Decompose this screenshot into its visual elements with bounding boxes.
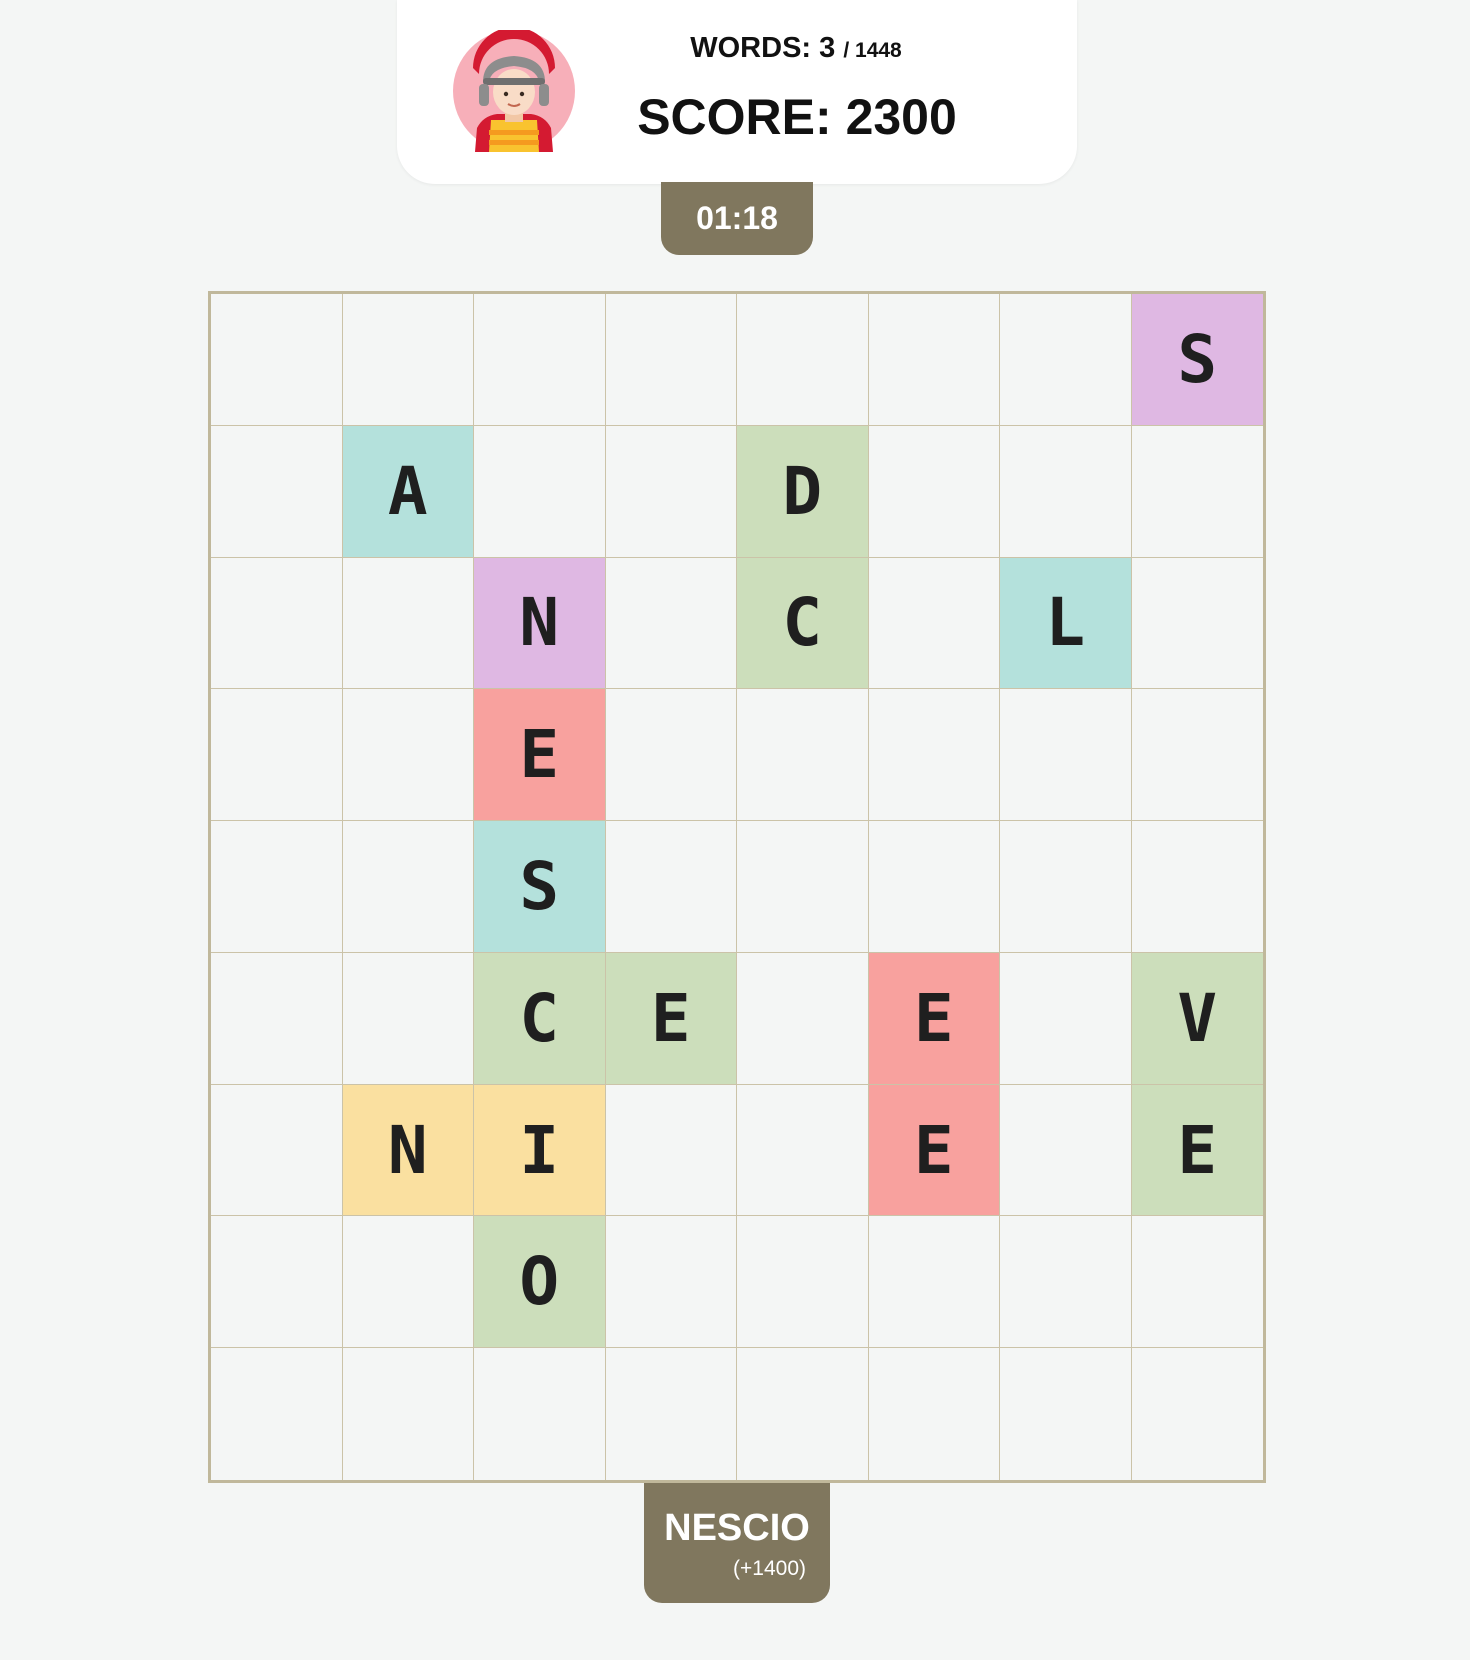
grid-cell-r6-c5[interactable]: E — [868, 1084, 1000, 1217]
grid-cell-r4-c2[interactable]: S — [474, 821, 606, 953]
grid-cell-r8-c5[interactable] — [869, 1348, 1000, 1480]
grid-cell-r3-c5[interactable] — [868, 689, 1000, 822]
grid-cell-r4-c5[interactable] — [868, 821, 1000, 953]
grid-cell-r6-c7[interactable]: E — [1131, 1084, 1263, 1217]
grid-cell-r0-c3[interactable] — [605, 294, 737, 426]
grid-cell-r3-c6[interactable] — [1000, 689, 1132, 822]
grid-cell-r2-c1[interactable] — [342, 557, 474, 690]
grid-cell-r4-c6[interactable] — [1000, 821, 1132, 953]
grid-cell-r2-c2[interactable]: N — [474, 557, 606, 690]
grid-cell-r7-c4[interactable] — [737, 1216, 869, 1349]
words-counter: WORDS: 3 / 1448 — [631, 32, 961, 65]
grid-cell-r0-c6[interactable] — [1000, 294, 1132, 426]
grid-cell-r2-c5[interactable] — [868, 557, 1000, 690]
grid-cell-r2-c4[interactable]: C — [737, 557, 869, 690]
grid-cell-r8-c1[interactable] — [343, 1348, 474, 1480]
grid-cell-r8-c2[interactable] — [474, 1348, 606, 1480]
grid-cell-r1-c5[interactable] — [868, 425, 1000, 558]
grid-cell-r5-c2[interactable]: C — [474, 952, 606, 1085]
grid-cell-r2-c6[interactable]: L — [1000, 557, 1132, 690]
grid-cell-r3-c1[interactable] — [342, 689, 474, 822]
score-display: SCORE: 2300 — [597, 88, 997, 146]
grid-cell-r4-c3[interactable] — [605, 821, 737, 953]
grid-cell-r3-c2[interactable]: E — [474, 689, 606, 822]
grid-cell-r4-c7[interactable] — [1131, 821, 1263, 953]
grid-cell-r5-c6[interactable] — [1000, 952, 1132, 1085]
grid-cell-r2-c7[interactable] — [1131, 558, 1263, 690]
grid-cell-r1-c2[interactable] — [474, 425, 606, 558]
grid-cell-r1-c4[interactable]: D — [737, 425, 869, 558]
grid-cell-r6-c6[interactable] — [1000, 1084, 1132, 1217]
last-found-word: NESCIO — [664, 1507, 810, 1549]
grid-cell-r6-c0[interactable] — [211, 1084, 343, 1217]
grid-cell-r7-c3[interactable] — [605, 1216, 737, 1349]
words-total: / 1448 — [843, 39, 902, 62]
words-label: WORDS: — [690, 32, 812, 64]
grid-cell-r0-c4[interactable] — [737, 294, 869, 426]
grid-cell-r6-c4[interactable] — [737, 1084, 869, 1217]
grid-cell-r5-c0[interactable] — [211, 952, 343, 1085]
grid-cell-r3-c3[interactable] — [605, 689, 737, 822]
grid-cell-r5-c7[interactable]: V — [1131, 952, 1263, 1085]
grid-cell-r3-c7[interactable] — [1131, 689, 1263, 822]
grid-cell-r8-c3[interactable] — [606, 1348, 737, 1480]
grid-cell-r7-c2[interactable]: O — [474, 1216, 606, 1349]
grid-cell-r0-c5[interactable] — [868, 294, 1000, 426]
score-panel: WORDS: 3 / 1448 SCORE: 2300 — [397, 0, 1077, 184]
grid-cell-r3-c4[interactable] — [737, 689, 869, 822]
grid-cell-r6-c3[interactable] — [605, 1084, 737, 1217]
score-value: 2300 — [845, 89, 957, 145]
grid-cell-r8-c6[interactable] — [1000, 1348, 1132, 1480]
grid-cell-r8-c7[interactable] — [1132, 1348, 1264, 1480]
grid-cell-r2-c0[interactable] — [211, 557, 343, 690]
grid-cell-r1-c6[interactable] — [1000, 425, 1132, 558]
grid-cell-r5-c3[interactable]: E — [605, 952, 737, 1085]
grid-cell-r6-c1[interactable]: N — [342, 1084, 474, 1217]
grid-cell-r8-c4[interactable] — [737, 1348, 869, 1480]
grid-cell-r4-c1[interactable] — [342, 821, 474, 953]
grid-cell-r0-c2[interactable] — [474, 294, 606, 426]
grid-cell-r7-c7[interactable] — [1131, 1216, 1263, 1349]
grid-cell-r1-c1[interactable]: A — [342, 425, 474, 558]
grid-cell-r7-c0[interactable] — [211, 1216, 343, 1349]
grid-cell-r1-c0[interactable] — [211, 425, 343, 558]
grid-cell-r3-c0[interactable] — [211, 689, 343, 822]
grid-cell-r8-c0[interactable] — [211, 1348, 343, 1480]
countdown-timer: 01:18 — [661, 182, 813, 255]
grid-cell-r7-c1[interactable] — [342, 1216, 474, 1349]
grid-cell-r1-c7[interactable] — [1131, 426, 1263, 558]
grid-cell-r0-c7[interactable]: S — [1131, 294, 1263, 426]
grid-cell-r4-c0[interactable] — [211, 821, 343, 953]
grid-cell-r0-c0[interactable] — [211, 294, 343, 426]
last-word-points: (+1400) — [733, 1557, 806, 1580]
words-found: 3 — [819, 32, 836, 64]
grid-cell-r0-c1[interactable] — [342, 294, 474, 426]
letter-grid[interactable]: SADNCLESCEEVNIEEO — [208, 291, 1266, 1483]
grid-cell-r4-c4[interactable] — [737, 821, 869, 953]
last-found-word-badge: NESCIO (+1400) — [644, 1483, 830, 1603]
grid-cell-r7-c5[interactable] — [868, 1216, 1000, 1349]
grid-cell-r6-c2[interactable]: I — [474, 1084, 606, 1217]
grid-cell-r7-c6[interactable] — [1000, 1216, 1132, 1349]
grid-cell-r5-c1[interactable] — [342, 952, 474, 1085]
grid-cell-r2-c3[interactable] — [605, 557, 737, 690]
grid-cell-r5-c4[interactable] — [737, 952, 869, 1085]
grid-cell-r1-c3[interactable] — [605, 425, 737, 558]
score-label: SCORE: — [637, 89, 832, 145]
firefighter-avatar-icon — [453, 30, 575, 152]
grid-cell-r5-c5[interactable]: E — [868, 952, 1000, 1085]
